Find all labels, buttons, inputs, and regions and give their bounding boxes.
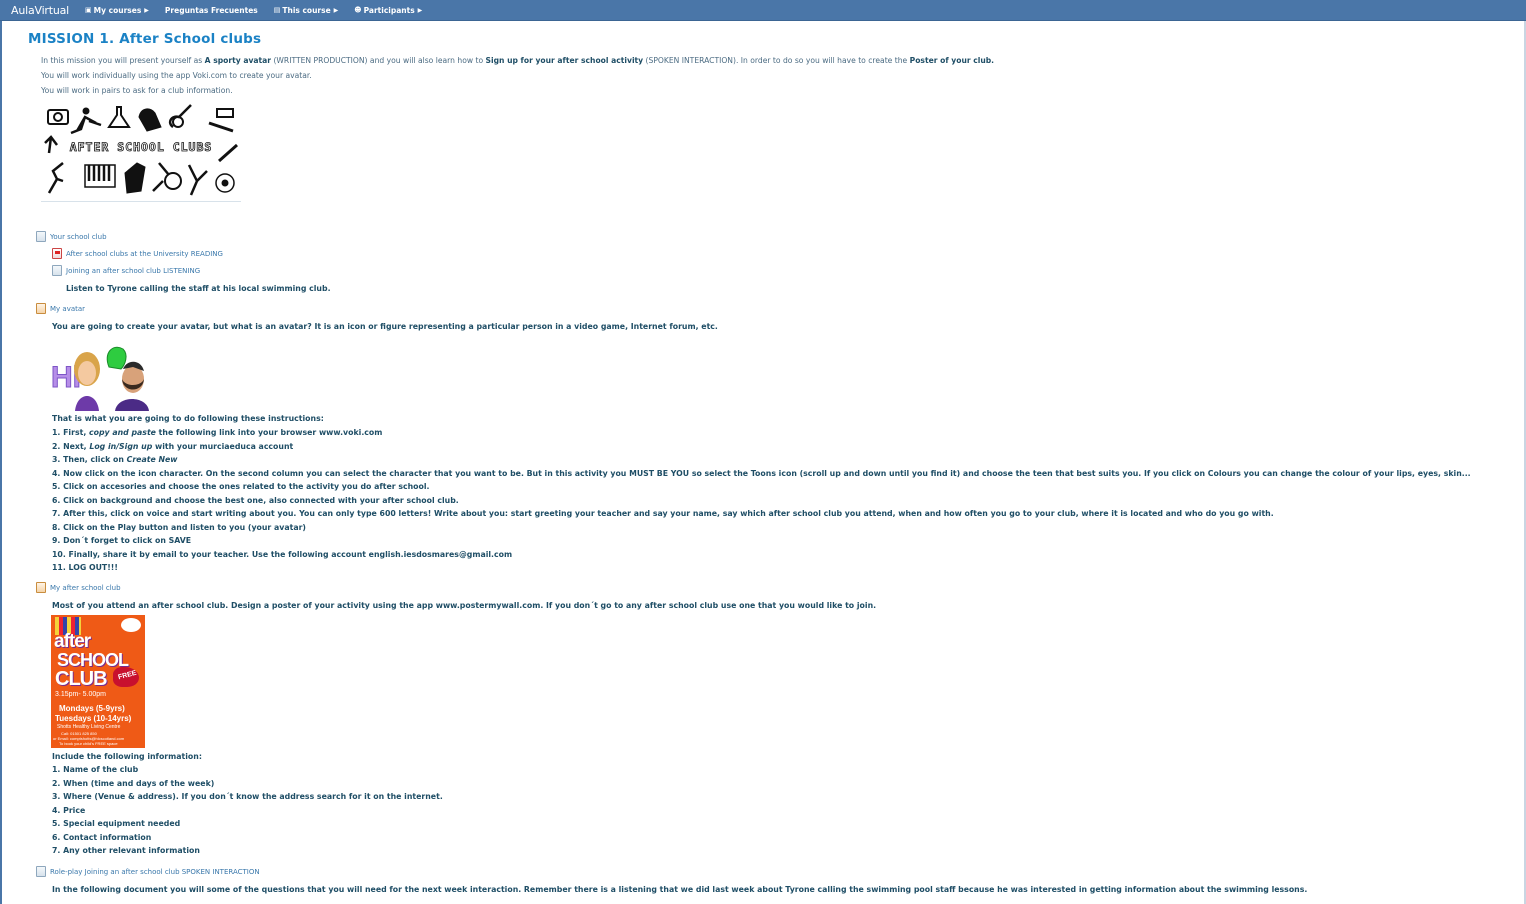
page-icon [36, 866, 46, 877]
nav-my-courses-label: My courses [93, 5, 142, 15]
avatar-image: Hi [51, 346, 149, 411]
intro-line-3: You will work in pairs to ask for a club… [41, 86, 233, 95]
poster-line3: CLUB [55, 668, 108, 690]
intro-bold: A sporty avatar [204, 56, 272, 65]
listening-link-label: Joining an after school club LISTENING [66, 266, 201, 275]
my-after-school-club-link[interactable]: My after school club [36, 582, 121, 593]
my-avatar-link[interactable]: My avatar [36, 303, 85, 314]
intro-line-2: You will work individually using the app… [41, 71, 312, 80]
list-item: 6. Click on background and choose the be… [52, 495, 459, 505]
your-school-club-link[interactable]: Your school club [36, 231, 107, 242]
poster-intro: Most of you attend an after school club.… [52, 601, 877, 610]
brand-logo[interactable]: AulaVirtual [0, 4, 77, 17]
book-icon: ▤ [273, 6, 281, 14]
club-poster-image: after SCHOOL CLUB FREE 3.15pm- 5.00pm Mo… [51, 615, 145, 748]
my-avatar-label: My avatar [50, 304, 86, 313]
page-title: MISSION 1. After School clubs [28, 31, 262, 47]
list-item: 10. Finally, share it by email to your t… [52, 549, 513, 559]
avatar-intro: You are going to create your avatar, but… [52, 322, 718, 331]
list-item: 4. Price [52, 805, 86, 815]
list-item: 7. Any other relevant information [52, 846, 200, 855]
list-item: 3. Where (Venue & address). If you don´t… [52, 792, 443, 801]
list-item: 3. Then, click on Create New [52, 455, 178, 464]
nav-this-course-label: This course [282, 5, 331, 15]
nav-this-course[interactable]: ▤ This course ▶ [266, 6, 347, 15]
avatar-steps-list: 1. First, copy and paste the following l… [52, 426, 1471, 575]
banner-graphic: AFTER SCHOOL CLUBS [44, 104, 238, 196]
briefcase-icon: ▣ [85, 6, 92, 14]
include-heading: Include the following information: [52, 752, 202, 761]
caret-right-icon: ▶ [144, 6, 149, 14]
instructions-heading: That is what you are going to do followi… [52, 414, 324, 423]
caret-right-icon: ▶ [333, 6, 339, 14]
top-navbar: AulaVirtual ▣ My courses ▶ Preguntas Fre… [0, 0, 1526, 21]
nav-preguntas-label: Preguntas Frecuentes [164, 5, 258, 15]
list-item: 1. Name of the club [52, 765, 139, 774]
assignment-icon [36, 303, 46, 314]
intro-bold: Sign up for your after school activity [485, 56, 644, 65]
nav-participants-label: Participants [363, 5, 415, 15]
list-item: 4. Now click on the icon character. On t… [52, 468, 1471, 478]
intro-text: (SPOKEN INTERACTION). In order to do so … [643, 56, 910, 65]
list-item: 1. First, copy and paste the following l… [52, 428, 383, 437]
caret-right-icon: ▶ [417, 6, 423, 14]
nav-participants[interactable]: ☻ Participants ▶ [346, 6, 430, 15]
nav-my-courses[interactable]: ▣ My courses ▶ [77, 6, 157, 15]
listening-link[interactable]: Joining an after school club LISTENING [52, 265, 200, 276]
poster-venue: Shotts Healthy Living Centre [57, 724, 121, 730]
poster-time: 3.15pm- 5.00pm [55, 691, 106, 698]
banner-text: AFTER SCHOOL CLUBS [70, 140, 213, 154]
list-item: 2. When (time and days of the week) [52, 778, 215, 788]
role-play-link[interactable]: Role-play Joining an after school club S… [36, 866, 260, 877]
intro-text: (WRITTEN PRODUCTION) and you will also l… [271, 56, 486, 65]
assignment-icon [36, 582, 46, 593]
list-item: 9. Don´t forget to click on SAVE [52, 536, 192, 545]
main-content: MISSION 1. After School clubs In this mi… [0, 21, 1526, 904]
role-play-label: Role-play Joining an after school club S… [50, 867, 260, 876]
intro-text: In this mission you will present yoursel… [41, 56, 205, 65]
list-item: 11. LOG OUT!!! [52, 563, 118, 572]
pdf-icon [52, 248, 62, 259]
role-play-description: In the following document you will some … [52, 885, 1308, 894]
list-item: 8. Click on the Play button and listen t… [52, 522, 306, 532]
listening-description: Listen to Tyrone calling the staff at hi… [66, 284, 331, 293]
your-school-club-label: Your school club [50, 232, 107, 241]
users-icon: ☻ [354, 6, 362, 14]
page-icon [52, 265, 62, 276]
reading-link[interactable]: After school clubs at the University REA… [52, 248, 223, 259]
nav-preguntas-frecuentes[interactable]: Preguntas Frecuentes [157, 6, 266, 15]
after-school-clubs-banner: AFTER SCHOOL CLUBS [41, 101, 241, 202]
poster-items-list: 1. Name of the club 2. When (time and da… [52, 763, 443, 858]
poster-days2: Tuesdays (10-14yrs) [55, 714, 132, 723]
list-item: 7. After this, click on voice and start … [52, 509, 1274, 518]
my-after-school-club-label: My after school club [50, 583, 121, 592]
poster-footer: To book your child's FREE space [59, 741, 118, 746]
list-item: 2. Next, Log in/Sign up with your murcia… [52, 441, 294, 451]
intro-line-1: In this mission you will present yoursel… [41, 56, 994, 65]
page-icon [36, 231, 46, 242]
list-item: 5. Click on accesories and choose the on… [52, 482, 430, 491]
list-item: 6. Contact information [52, 832, 152, 842]
poster-days1: Mondays (5-9yrs) [59, 704, 125, 713]
reading-link-label: After school clubs at the University REA… [66, 249, 223, 258]
logo-badge [121, 618, 141, 632]
list-item: 5. Special equipment needed [52, 819, 181, 828]
intro-bold: Poster of your club. [909, 56, 995, 65]
